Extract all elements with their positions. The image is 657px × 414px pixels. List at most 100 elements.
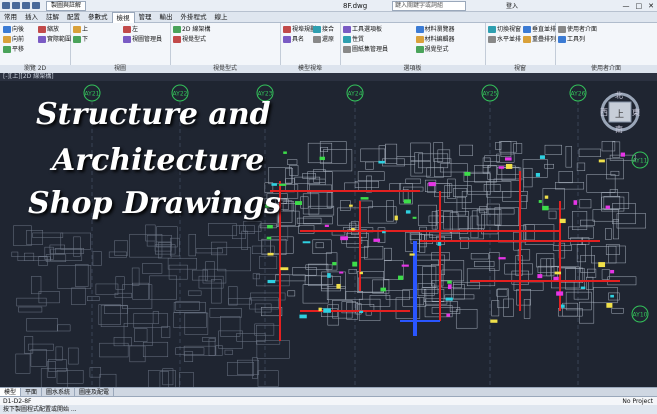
quick-access-toolbar[interactable] bbox=[0, 2, 40, 9]
ribbon-group-4: 選項板 工具選項板 性質 圖紙集管理員 材料瀏覽器 材料編輯器 視覺型式 bbox=[340, 23, 486, 73]
save-icon[interactable] bbox=[12, 2, 20, 9]
drawing-element bbox=[523, 299, 531, 319]
ribbon-button[interactable]: 使用者介面 bbox=[558, 26, 597, 33]
drawing-element bbox=[500, 141, 512, 157]
drawing-element bbox=[71, 287, 86, 305]
drawing-element bbox=[422, 266, 437, 288]
annotation-mark bbox=[598, 262, 606, 268]
drawing-element bbox=[133, 313, 168, 328]
drawing-element bbox=[601, 269, 610, 280]
window-controls: — □ ✕ bbox=[623, 2, 655, 10]
command-line[interactable]: D1-D2-8F No Project bbox=[0, 396, 657, 405]
ribbon-button[interactable]: 圖紙集管理員 bbox=[343, 46, 388, 53]
view-cube-top[interactable]: 上 bbox=[615, 107, 624, 120]
ribbon-button[interactable]: 重疊排列 bbox=[523, 36, 556, 43]
ribbon-button[interactable]: 視覺型式 bbox=[173, 36, 206, 43]
drawing-element bbox=[184, 312, 209, 335]
drawing-element bbox=[215, 345, 223, 356]
compass-east[interactable]: 東 bbox=[632, 107, 640, 118]
close-button[interactable]: ✕ bbox=[648, 2, 654, 10]
annotation-mark bbox=[352, 261, 358, 267]
compass-north[interactable]: 北 bbox=[615, 90, 623, 101]
drawing-element bbox=[326, 192, 334, 208]
ribbon-button[interactable]: 性質 bbox=[343, 36, 364, 43]
drawing-element bbox=[162, 368, 174, 386]
login-button[interactable]: 登入 bbox=[506, 1, 518, 10]
drawing-element bbox=[56, 370, 84, 384]
ribbon-tab-1[interactable]: 插入 bbox=[21, 12, 42, 22]
ribbon-button-label: 視覺型式 bbox=[424, 46, 449, 53]
drawing-element bbox=[75, 264, 89, 287]
ribbon-button[interactable]: 向後 bbox=[3, 26, 24, 33]
annotation-mark bbox=[559, 218, 566, 224]
ribbon-button[interactable]: 向前 bbox=[3, 36, 24, 43]
ribbon-button[interactable]: 垂直並排 bbox=[523, 26, 556, 33]
ribbon-button[interactable]: 平移 bbox=[3, 46, 24, 53]
workspace-selector[interactable]: 製圖與註解 bbox=[46, 0, 87, 11]
annotation-mark bbox=[428, 182, 436, 187]
drawing-element bbox=[516, 289, 531, 306]
ribbon-tab-9[interactable]: 線上 bbox=[211, 12, 232, 22]
search-input[interactable]: 鍵入關鍵字或詞組 bbox=[392, 0, 466, 11]
ribbon-button[interactable]: 視覺型式 bbox=[415, 46, 449, 53]
annotation-mark bbox=[538, 200, 542, 203]
annotation-mark bbox=[535, 172, 540, 177]
ribbon-tab-3[interactable]: 配置 bbox=[63, 12, 84, 22]
ribbon-button[interactable]: 視圖管理員 bbox=[123, 36, 162, 43]
ribbon-button[interactable]: 左 bbox=[123, 26, 138, 33]
drawing-element bbox=[95, 283, 119, 295]
ribbon-button[interactable]: 材料編輯器 bbox=[415, 36, 455, 43]
ribbon-button[interactable]: 材料瀏覽器 bbox=[415, 26, 455, 33]
redo-icon[interactable] bbox=[32, 2, 40, 9]
minimize-button[interactable]: — bbox=[623, 2, 630, 10]
drawing-element bbox=[285, 178, 295, 193]
ribbon-tab-5[interactable]: 檢視 bbox=[111, 11, 135, 23]
ribbon-button[interactable]: 工具選項板 bbox=[343, 26, 382, 33]
ribbon-tab-0[interactable]: 常用 bbox=[0, 12, 21, 22]
annotation-mark bbox=[299, 314, 307, 319]
maximize-button[interactable]: □ bbox=[636, 2, 643, 10]
ribbon-button[interactable]: 上 bbox=[73, 26, 88, 33]
drawing-element bbox=[15, 353, 31, 374]
ribbon-button[interactable]: 工具列 bbox=[558, 36, 585, 43]
ribbon-button[interactable]: 水平並排 bbox=[488, 36, 521, 43]
command-text: D1-D2-8F bbox=[3, 398, 32, 405]
ribbon-tab-8[interactable]: 外掛程式 bbox=[177, 12, 211, 22]
annotation-mark bbox=[266, 236, 272, 240]
undo-icon[interactable] bbox=[22, 2, 30, 9]
annotation-mark bbox=[598, 159, 605, 163]
compass-south[interactable]: 南 bbox=[615, 124, 623, 135]
drawing-element bbox=[254, 303, 272, 313]
ribbon-button[interactable]: 切換視窗 bbox=[488, 26, 521, 33]
app-menu-icon[interactable] bbox=[2, 2, 10, 9]
drawing-element bbox=[554, 182, 585, 190]
ribbon-button[interactable]: 具名 bbox=[283, 36, 304, 43]
annotation-mark bbox=[280, 267, 289, 271]
drawing-element bbox=[294, 176, 321, 184]
ribbon-button-label: 使用者介面 bbox=[567, 26, 598, 33]
annotation-mark bbox=[323, 308, 331, 313]
drawing-element bbox=[175, 301, 200, 311]
ribbon-tab-6[interactable]: 管理 bbox=[135, 12, 156, 22]
view-cube[interactable]: 北 上 南 西 東 bbox=[600, 90, 640, 135]
ribbon-button[interactable]: 2D 線架構 bbox=[173, 26, 210, 33]
ribbon-button[interactable]: 下 bbox=[73, 36, 88, 43]
drawing-element bbox=[38, 291, 60, 304]
ribbon-tab-2[interactable]: 註解 bbox=[42, 12, 63, 22]
grid-bubble-label: AY25 bbox=[483, 91, 498, 98]
ribbon-button[interactable]: 實際範圍 bbox=[38, 36, 71, 43]
ribbon-tab-4[interactable]: 參數式 bbox=[84, 12, 112, 22]
ribbon-button[interactable]: 接合 bbox=[313, 26, 334, 33]
drawing-element bbox=[366, 175, 372, 193]
drawing-element bbox=[609, 189, 618, 197]
ribbon-button[interactable]: 縮放 bbox=[38, 26, 59, 33]
compass-west[interactable]: 西 bbox=[600, 107, 608, 118]
tool-icon bbox=[523, 26, 531, 33]
ribbon-tab-7[interactable]: 輸出 bbox=[156, 12, 177, 22]
ribbon-button[interactable]: 還原 bbox=[313, 36, 334, 43]
ribbon-button[interactable]: 視埠規劃 bbox=[283, 26, 316, 33]
annotation-mark bbox=[498, 257, 506, 260]
drawing-element bbox=[114, 240, 128, 256]
ribbon-group-0: 瀏覽 2D 向後 向前 平移 縮放 實際範圍 bbox=[0, 23, 71, 73]
viewport-label[interactable]: [-][上][2D 線架構] bbox=[0, 73, 657, 81]
